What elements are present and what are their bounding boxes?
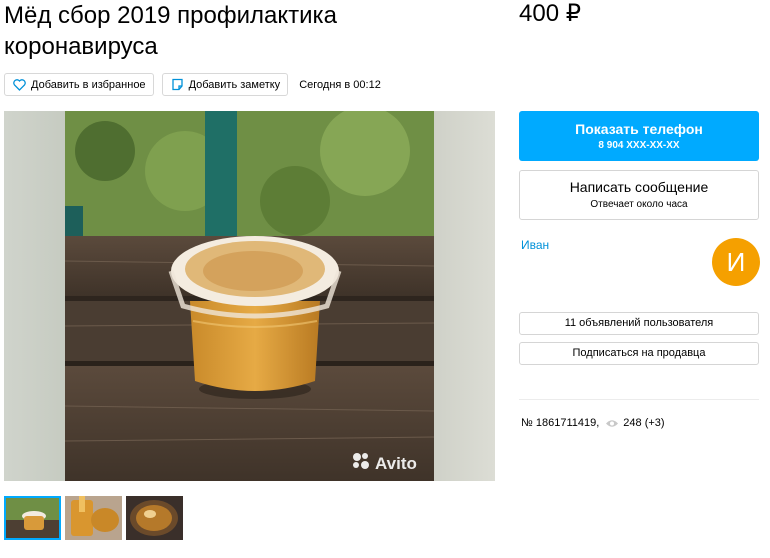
- listing-stats: № 1861711419, 248 (+3): [521, 417, 665, 429]
- divider: [519, 399, 759, 400]
- note-icon: [171, 78, 183, 91]
- listing-title: Мёд сбор 2019 профилактика коронавируса: [4, 2, 337, 60]
- write-message-button[interactable]: Написать сообщение Отвечает около часа: [519, 170, 759, 220]
- response-time: Отвечает около часа: [590, 199, 688, 210]
- thumbnail-3[interactable]: [126, 496, 183, 540]
- thumbnail-2-image: [65, 496, 122, 540]
- honey-jar-photo: [65, 111, 434, 481]
- write-message-label: Написать сообщение: [569, 179, 709, 195]
- subscribe-seller-button[interactable]: Подписаться на продавца: [519, 342, 759, 365]
- seller-name-link[interactable]: Иван: [521, 238, 549, 252]
- add-note-button[interactable]: Добавить заметку: [161, 73, 289, 96]
- ad-number: № 1861711419,: [521, 417, 600, 429]
- add-favorite-label: Добавить в избранное: [31, 78, 146, 91]
- add-favorite-button[interactable]: Добавить в избранное: [4, 73, 154, 96]
- seller-avatar[interactable]: И: [712, 238, 760, 286]
- heart-icon: [13, 78, 26, 91]
- thumbnail-3-image: [126, 496, 183, 540]
- thumbnail-1-image: [6, 498, 59, 538]
- add-note-label: Добавить заметку: [188, 78, 281, 91]
- show-phone-label: Показать телефон: [575, 121, 703, 137]
- listing-actions: Добавить в избранное Добавить заметку Се…: [4, 72, 381, 97]
- listing-price: 400 ₽: [519, 0, 581, 27]
- publish-date: Сегодня в 00:12: [299, 78, 381, 91]
- thumbnail-2[interactable]: [65, 496, 122, 540]
- avito-logo-icon: [351, 451, 371, 476]
- gallery-backdrop-left: [4, 111, 65, 481]
- view-count: 248 (+3): [623, 417, 665, 429]
- avito-watermark-text: Avito: [375, 453, 417, 473]
- avito-watermark: Avito: [351, 451, 417, 476]
- photo-gallery[interactable]: Avito: [4, 111, 495, 481]
- gallery-backdrop-right: [434, 111, 495, 481]
- show-phone-button[interactable]: Показать телефон 8 904 XXX-XX-XX: [519, 111, 759, 161]
- seller-listings-button[interactable]: 11 объявлений пользователя: [519, 312, 759, 335]
- eye-icon: [606, 419, 619, 427]
- phone-masked: 8 904 XXX-XX-XX: [598, 140, 680, 151]
- thumbnail-1[interactable]: [4, 496, 61, 540]
- thumbnail-strip: [4, 496, 187, 540]
